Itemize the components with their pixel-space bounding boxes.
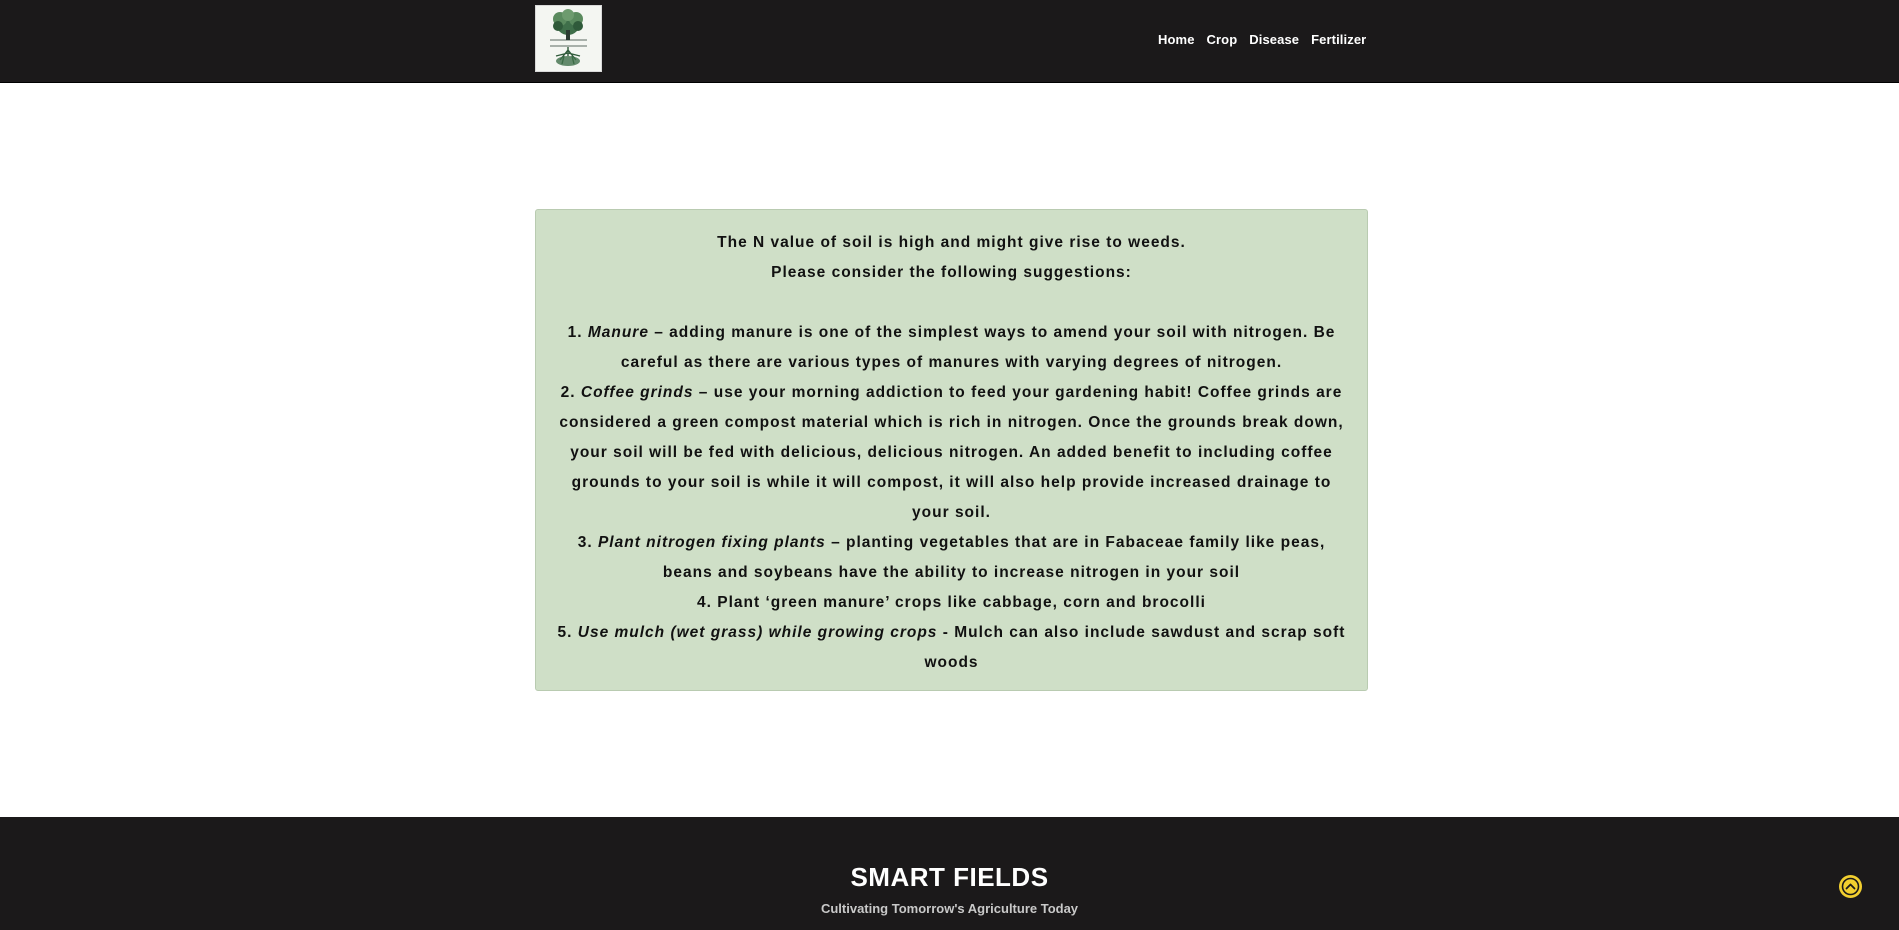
suggestion-text: adding manure is one of the simplest way… [620,324,1336,371]
suggestion-item: 2. Coffee grinds – use your morning addi… [556,378,1347,528]
suggestion-item: 1. Manure – adding manure is one of the … [556,318,1347,378]
result-intro-line-2: Please consider the following suggestion… [771,264,1132,281]
suggestion-item: 3. Plant nitrogen fixing plants – planti… [556,528,1347,588]
navbar: Home Crop Disease Fertilizer [0,0,1899,83]
nav-crop-link[interactable]: Crop [1207,32,1238,47]
fertilizer-recommendation-box: The N value of soil is high and might gi… [535,209,1368,691]
tree-logo-icon [550,9,587,66]
nav-disease-link[interactable]: Disease [1249,32,1299,47]
suggestion-separator: – [825,534,846,551]
suggestion-title: Plant nitrogen fixing plants [597,534,826,551]
site-logo[interactable] [535,5,602,72]
main-nav: Home Crop Disease Fertilizer [1158,32,1366,47]
suggestion-text: 4. Plant ‘green manure’ crops like cabba… [697,594,1206,611]
result-intro-line-1: The N value of soil is high and might gi… [717,234,1186,251]
chevron-up-icon [1841,877,1860,896]
suggestion-text: Mulch can also include sawdust and scrap… [924,624,1346,671]
footer-title: SMART FIELDS [850,862,1049,892]
suggestion-item: 4. Plant ‘green manure’ crops like cabba… [556,588,1347,618]
suggestion-separator: - [937,624,955,641]
nav-fertilizer-link[interactable]: Fertilizer [1311,32,1366,47]
suggestion-number: 2. [560,384,581,401]
suggestion-separator: – [693,384,714,401]
suggestion-item: 5. Use mulch (wet grass) while growing c… [556,618,1347,678]
back-to-top-button[interactable] [1839,875,1862,898]
nav-home-link[interactable]: Home [1158,32,1195,47]
suggestion-title: Use mulch (wet grass) while growing crop… [577,624,938,641]
suggestion-text: use your morning addiction to feed your … [559,384,1344,521]
suggestion-title: Coffee grinds [580,384,694,401]
suggestion-title: Manure [587,324,649,341]
suggestion-number: 3. [577,534,598,551]
footer-tagline: Cultivating Tomorrow's Agriculture Today [820,901,1079,916]
suggestion-separator: – [648,324,670,341]
suggestion-number: 5. [557,624,578,641]
suggestion-number: 1. [567,324,588,341]
